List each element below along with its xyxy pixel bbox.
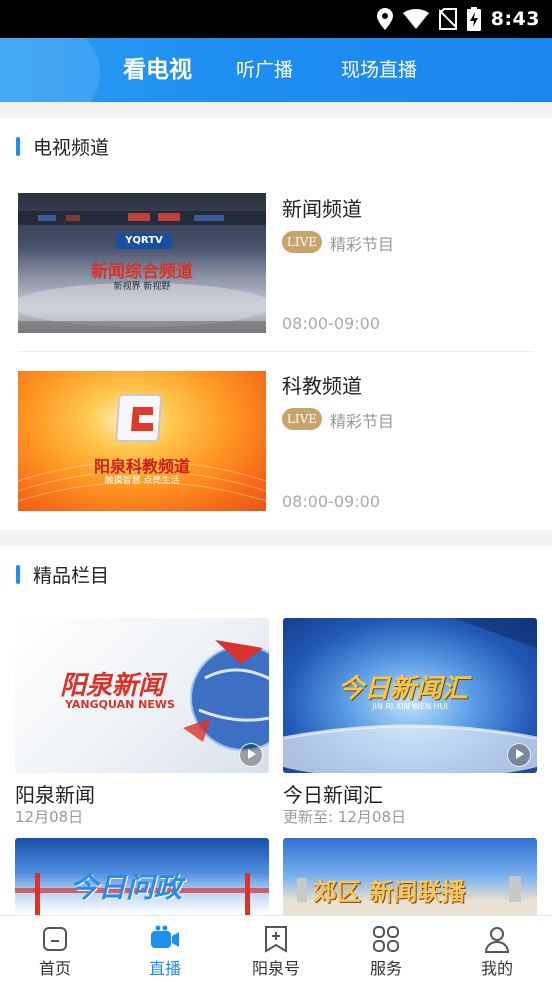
thumb-title: 郊区 新闻联播 [313, 878, 466, 906]
column-thumbnail[interactable]: 今日新闻汇 JIN RI XIN WEN HUI [283, 618, 537, 773]
section-marker [16, 564, 20, 584]
section-title-tv: 电视频道 [16, 134, 110, 159]
column-thumbnail[interactable]: 郊区 新闻联播 [283, 838, 537, 915]
science-graphic [18, 394, 266, 502]
wifi-icon [402, 9, 429, 29]
bottom-navigation: 首页 直播 阳泉号 服务 我的 [0, 915, 552, 982]
nav-mine[interactable]: 我的 [442, 916, 552, 982]
play-icon[interactable] [239, 743, 263, 767]
column-date: 12月08日 [15, 808, 84, 826]
status-icons: 8:43 [376, 6, 540, 32]
channel-divider [18, 351, 534, 352]
live-camera-icon [151, 925, 179, 948]
thumb-subtitle: JIN RI XIN WEN HUI [372, 702, 448, 711]
thumb-title: 今日问政 [70, 871, 183, 904]
play-icon[interactable] [507, 743, 531, 767]
yqrtv-logo: YQRTV [116, 233, 172, 249]
no-sim-icon [438, 8, 457, 30]
home-icon [43, 927, 67, 951]
status-bar: 8:43 [0, 0, 552, 38]
top-tabs: 看电视 听广播 现场直播 [0, 38, 552, 102]
section-title-text: 电视频道 [33, 136, 110, 159]
profile-icon [484, 927, 510, 953]
battery-charging-icon [466, 7, 481, 31]
live-badge: LIVE [282, 231, 322, 253]
section-title-text: 精品栏目 [33, 564, 110, 587]
thumb-title: 阳泉新闻 [60, 671, 165, 701]
location-icon [376, 8, 393, 30]
thumb-title: 今日新闻汇 [338, 674, 469, 704]
tab-listen-radio[interactable]: 听广播 [236, 38, 293, 102]
thumb-slogan-news: 新视界 新视野 [113, 282, 171, 292]
bookmark-plus-icon [265, 926, 287, 953]
channel-name-news: 新闻频道 [282, 197, 362, 221]
thumb-slogan-science: 触摸智慧 点亮生活 [104, 476, 180, 486]
nav-home[interactable]: 首页 [0, 916, 110, 982]
nav-services[interactable]: 服务 [331, 916, 441, 982]
channel-thumbnail-science[interactable]: 阳泉科教频道 触摸智慧 点亮生活 [18, 371, 266, 511]
channel-subtitle: 精彩节目 [330, 235, 395, 254]
column-title: 阳泉新闻 [15, 783, 95, 807]
thumb-subtitle: YANGQUAN NEWS [65, 698, 175, 711]
tab-watch-tv[interactable]: 看电视 [123, 38, 192, 102]
featured-columns-section: 精品栏目 阳泉新闻 YANGQUAN NEWS 阳泉新闻 12月08日 今日新闻… [0, 546, 552, 915]
column-thumbnail[interactable]: 阳泉新闻 YANGQUAN NEWS [15, 618, 269, 773]
column-title: 今日新闻汇 [283, 783, 383, 807]
channel-time: 08:00-09:00 [282, 314, 380, 333]
top-header: 看电视 听广播 现场直播 [0, 38, 552, 102]
nav-label: 首页 [38, 959, 71, 978]
channel-name-science: 科教频道 [282, 374, 362, 398]
nav-label: 我的 [480, 959, 513, 978]
status-time: 8:43 [490, 8, 540, 30]
section-title-columns: 精品栏目 [16, 562, 110, 587]
nav-label: 直播 [148, 959, 181, 978]
tab-live-scene[interactable]: 现场直播 [341, 38, 417, 102]
column-thumbnail[interactable]: 今日问政 [15, 838, 269, 915]
nav-live[interactable]: 直播 [110, 916, 220, 982]
grid-icon [373, 926, 399, 952]
nav-label: 服务 [369, 959, 402, 978]
channel-thumbnail-news[interactable]: YQRTV 新闻综合频道 新视界 新视野 [18, 193, 266, 333]
nav-yangquan-account[interactable]: 阳泉号 [221, 916, 331, 982]
column-date: 更新至: 12月08日 [283, 808, 406, 826]
tv-channels-section: 电视频道 YQRTV 新闻综合频道 新视界 新视野 新闻频道 LIVE 精彩节目… [0, 118, 552, 530]
channel-time: 08:00-09:00 [282, 492, 380, 511]
nav-label: 阳泉号 [251, 959, 300, 978]
section-marker [16, 136, 20, 156]
channel-subtitle: 精彩节目 [330, 412, 395, 431]
live-badge: LIVE [282, 408, 322, 430]
